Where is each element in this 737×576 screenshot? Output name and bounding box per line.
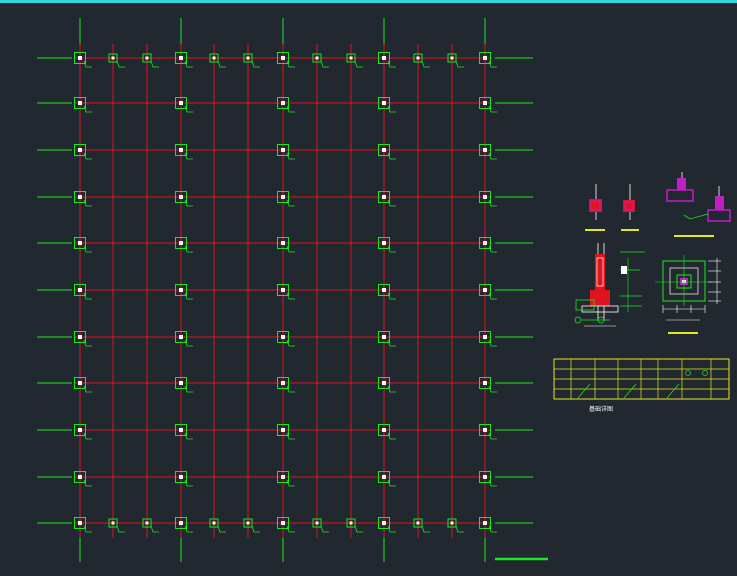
schedule-table: 基础详图 [553,358,730,413]
footing-plan-detail [655,255,721,334]
footing-section-detail [574,243,645,327]
cad-drawing-canvas[interactable]: 基础详图 [0,0,737,576]
table-caption: 基础详图 [589,405,613,413]
section-detail-2 [621,184,639,231]
section-detail-3 [666,172,731,237]
section-detail-1 [585,184,605,231]
detail-drawings: 基础详图 [553,172,731,413]
